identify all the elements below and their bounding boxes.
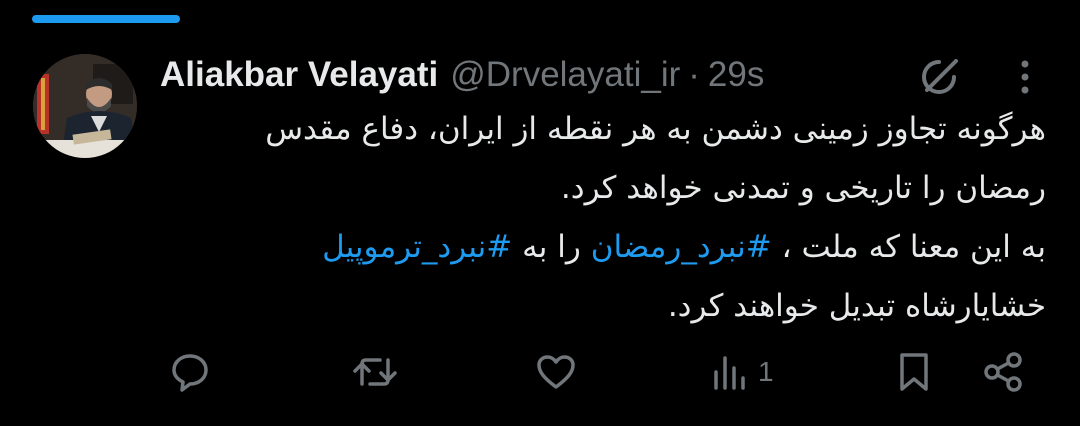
retweet-button[interactable] [352, 346, 398, 398]
tweet-line-4: خشایارشاه تبدیل خواهند کرد. [667, 288, 1046, 324]
bookmark-button[interactable] [894, 346, 934, 398]
views-button[interactable]: 1 [710, 346, 774, 398]
tweet-header: Aliakbar Velayati @Drvelayati_ir · 29s [160, 50, 764, 100]
tab-indicator [32, 15, 180, 23]
reply-icon [168, 350, 212, 394]
share-button[interactable] [982, 346, 1026, 398]
more-icon[interactable] [1014, 58, 1036, 96]
reply-button[interactable] [168, 346, 212, 398]
hashtag-link[interactable]: #نبرد_رمضان [591, 229, 772, 265]
avatar[interactable] [33, 54, 137, 158]
hashtag-link[interactable]: #نبرد_ترموپیل [322, 229, 512, 265]
tweet-actions: 1 [0, 346, 1080, 398]
grok-icon[interactable] [918, 56, 960, 98]
bookmark-icon [894, 350, 934, 394]
retweet-icon [352, 350, 398, 394]
separator-dot: · [688, 55, 700, 94]
tweet-line-2: رمضان را تاریخی و تمدنی خواهد کرد. [560, 170, 1046, 206]
share-icon [982, 350, 1026, 394]
author-handle[interactable]: @Drvelayati_ir [450, 55, 680, 95]
tweet-line-3-part-2: را به [512, 229, 591, 265]
tweet-text: هرگونه تجاوز زمینی دشمن به هر نقطه از ای… [160, 100, 1046, 336]
tweet-line-1: هرگونه تجاوز زمینی دشمن به هر نقطه از ای… [265, 111, 1046, 147]
like-icon [534, 350, 578, 394]
like-button[interactable] [534, 346, 578, 398]
tweet-time[interactable]: 29s [708, 55, 764, 95]
tweet-line-3-part-1: به این معنا که ملت ، [771, 229, 1046, 265]
views-count: 1 [758, 356, 774, 387]
tweet-line-3: به این معنا که ملت ، #نبرد_رمضان را به #… [160, 218, 1046, 277]
views-icon [710, 350, 750, 394]
author-name[interactable]: Aliakbar Velayati [160, 55, 438, 95]
